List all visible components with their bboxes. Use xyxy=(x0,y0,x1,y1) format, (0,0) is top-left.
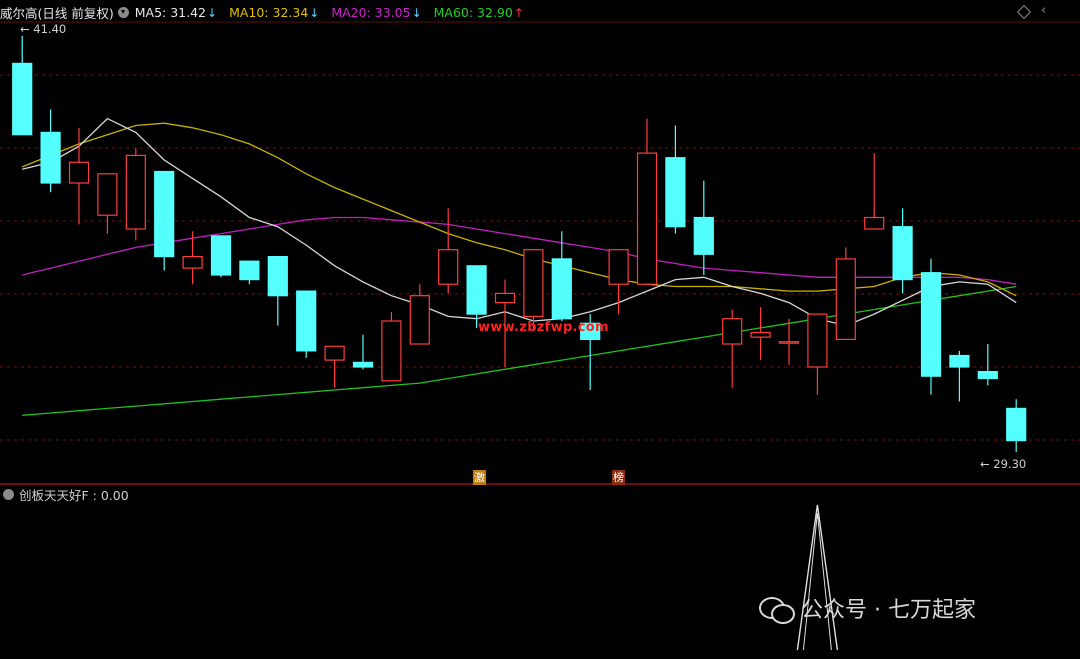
candle-up xyxy=(835,258,856,340)
candle-up xyxy=(324,345,345,361)
candle-up xyxy=(778,341,800,344)
footer-brand: 公众号 · 七万起家 xyxy=(757,592,976,624)
candle-up xyxy=(409,295,430,345)
candle-down xyxy=(40,131,61,184)
candle-down xyxy=(154,170,175,258)
candle-down xyxy=(665,157,686,228)
candle-down xyxy=(1006,407,1027,442)
candle-up xyxy=(807,313,828,368)
candle-down xyxy=(296,290,317,352)
candle-down xyxy=(12,62,33,136)
ma20-label: MA20: 33.05 xyxy=(331,4,411,20)
indicator-spike xyxy=(796,504,839,651)
wechat-icon xyxy=(757,593,795,624)
candle-down xyxy=(239,260,260,281)
candle-up xyxy=(438,249,459,285)
ma10-legend: MA10: 32.34↓ xyxy=(229,5,319,20)
chart-stage: 威尔高(日线 前复权) MA5: 31.42↓ MA10: 32.34↓ MA2… xyxy=(0,0,1080,655)
candle-down xyxy=(466,265,487,315)
candle-up xyxy=(608,249,629,285)
candle-up xyxy=(864,216,885,230)
stock-title: 威尔高(日线 前复权) xyxy=(0,5,114,21)
candle-down xyxy=(977,371,998,380)
candle-up xyxy=(97,173,118,216)
badge-bang: 榜 xyxy=(612,470,625,485)
ma20-arrow-icon: ↓ xyxy=(411,5,422,20)
candle-up xyxy=(523,249,544,317)
indicator-header: 创板天天好F : 0.00 xyxy=(0,486,129,503)
high-price-label: ← 41.40 xyxy=(20,22,67,36)
candle-down xyxy=(920,272,942,377)
candle-down xyxy=(267,256,288,297)
candle-up xyxy=(68,161,90,184)
low-price-label: ← 29.30 xyxy=(980,457,1027,471)
ma5-label: MA5: 31.42 xyxy=(134,4,206,20)
indicator-spike-inner xyxy=(802,512,832,651)
ma60-label: MA60: 32.90 xyxy=(433,4,513,20)
candle-down xyxy=(352,361,374,368)
ma20-legend: MA20: 33.05↓ xyxy=(331,5,421,20)
candle-down xyxy=(892,226,913,281)
footer-text: 公众号 · 七万起家 xyxy=(801,598,976,623)
dropdown-icon[interactable] xyxy=(117,6,129,18)
candle-up xyxy=(722,318,743,345)
watermark-text: www.zbzfwp.com xyxy=(478,320,609,335)
candle-up xyxy=(494,292,516,304)
high-price-value: 41.40 xyxy=(33,22,67,36)
low-price-value: 29.30 xyxy=(993,457,1027,471)
candle-down xyxy=(693,216,714,255)
indicator-label: 创板天天好F : 0.00 xyxy=(19,487,129,503)
ma5-arrow-icon: ↓ xyxy=(207,5,218,20)
candle-up xyxy=(182,256,203,269)
ma60-line xyxy=(22,285,1017,416)
candle-down xyxy=(551,258,572,320)
candle-up xyxy=(636,152,658,285)
chart-header: 威尔高(日线 前复权) MA5: 31.42↓ MA10: 32.34↓ MA2… xyxy=(0,3,536,21)
chevron-left-icon[interactable]: ‹ xyxy=(1041,3,1046,18)
ma60-arrow-icon: ↑ xyxy=(513,5,524,20)
candle-up xyxy=(750,331,771,338)
badge-ji: 激 xyxy=(473,470,486,485)
candle-down xyxy=(210,235,232,276)
ma5-legend: MA5: 31.42↓ xyxy=(135,5,217,20)
ma10-arrow-icon: ↓ xyxy=(309,5,320,20)
ma60-legend: MA60: 32.90↑ xyxy=(434,5,524,20)
candle-up xyxy=(381,320,402,382)
ma10-label: MA10: 32.34 xyxy=(229,4,309,20)
candle-down xyxy=(949,354,970,368)
candle-up xyxy=(125,154,146,230)
indicator-dropdown-icon[interactable] xyxy=(3,488,14,500)
